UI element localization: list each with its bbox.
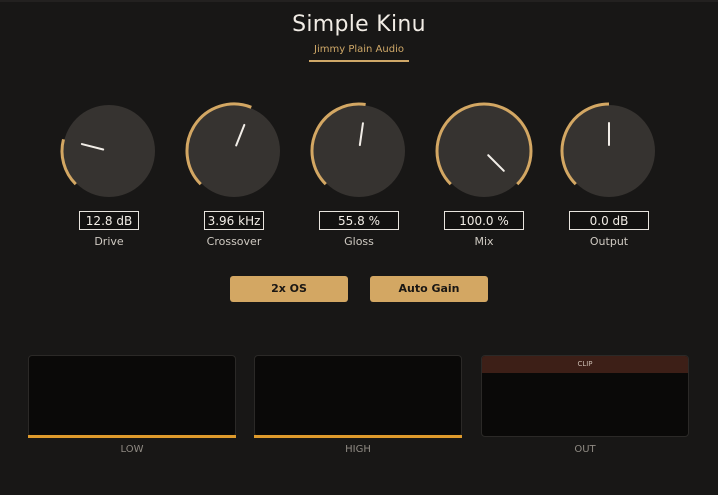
mix-value[interactable]: 100.0 % bbox=[444, 211, 524, 230]
vendor-underline bbox=[309, 60, 409, 62]
drive-knob-body[interactable] bbox=[63, 105, 155, 197]
crossover-knob[interactable] bbox=[179, 96, 289, 206]
output-label: Output bbox=[589, 235, 629, 248]
drive-knob-graphic[interactable] bbox=[54, 96, 164, 206]
gloss-value[interactable]: 55.8 % bbox=[319, 211, 399, 230]
crossover-knob-body[interactable] bbox=[188, 105, 280, 197]
window-top-edge bbox=[0, 0, 718, 2]
gloss-knob-graphic[interactable] bbox=[304, 96, 414, 206]
drive-value[interactable]: 12.8 dB bbox=[79, 211, 139, 230]
crossover-value[interactable]: 3.96 kHz bbox=[204, 211, 264, 230]
gloss-knob[interactable] bbox=[304, 96, 414, 206]
high-meter-label: HIGH bbox=[345, 444, 371, 455]
crossover-knob-graphic[interactable] bbox=[179, 96, 289, 206]
low-band-meter bbox=[28, 355, 236, 438]
high-band-meter bbox=[254, 355, 462, 438]
mix-label: Mix bbox=[474, 235, 494, 248]
low-meter-level-bar bbox=[28, 435, 236, 438]
crossover-label: Crossover bbox=[206, 235, 262, 248]
output-value[interactable]: 0.0 dB bbox=[569, 211, 649, 230]
output-meter-label: OUT bbox=[574, 444, 596, 455]
output-meter: CLIP bbox=[481, 355, 689, 437]
high-meter-level-bar bbox=[254, 435, 462, 438]
auto-gain-button[interactable]: Auto Gain bbox=[370, 276, 488, 302]
mix-knob[interactable] bbox=[429, 96, 539, 206]
plugin-title: Simple Kinu bbox=[292, 12, 426, 37]
output-knob-graphic[interactable] bbox=[554, 96, 664, 206]
mix-knob-graphic[interactable] bbox=[429, 96, 539, 206]
vendor-name: Jimmy Plain Audio bbox=[314, 44, 404, 55]
gloss-label: Gloss bbox=[344, 235, 374, 248]
drive-knob[interactable] bbox=[54, 96, 164, 206]
oversampling-button[interactable]: 2x OS bbox=[230, 276, 348, 302]
low-meter-label: LOW bbox=[120, 444, 144, 455]
drive-label: Drive bbox=[94, 235, 124, 248]
output-knob[interactable] bbox=[554, 96, 664, 206]
clip-indicator[interactable]: CLIP bbox=[482, 356, 688, 373]
